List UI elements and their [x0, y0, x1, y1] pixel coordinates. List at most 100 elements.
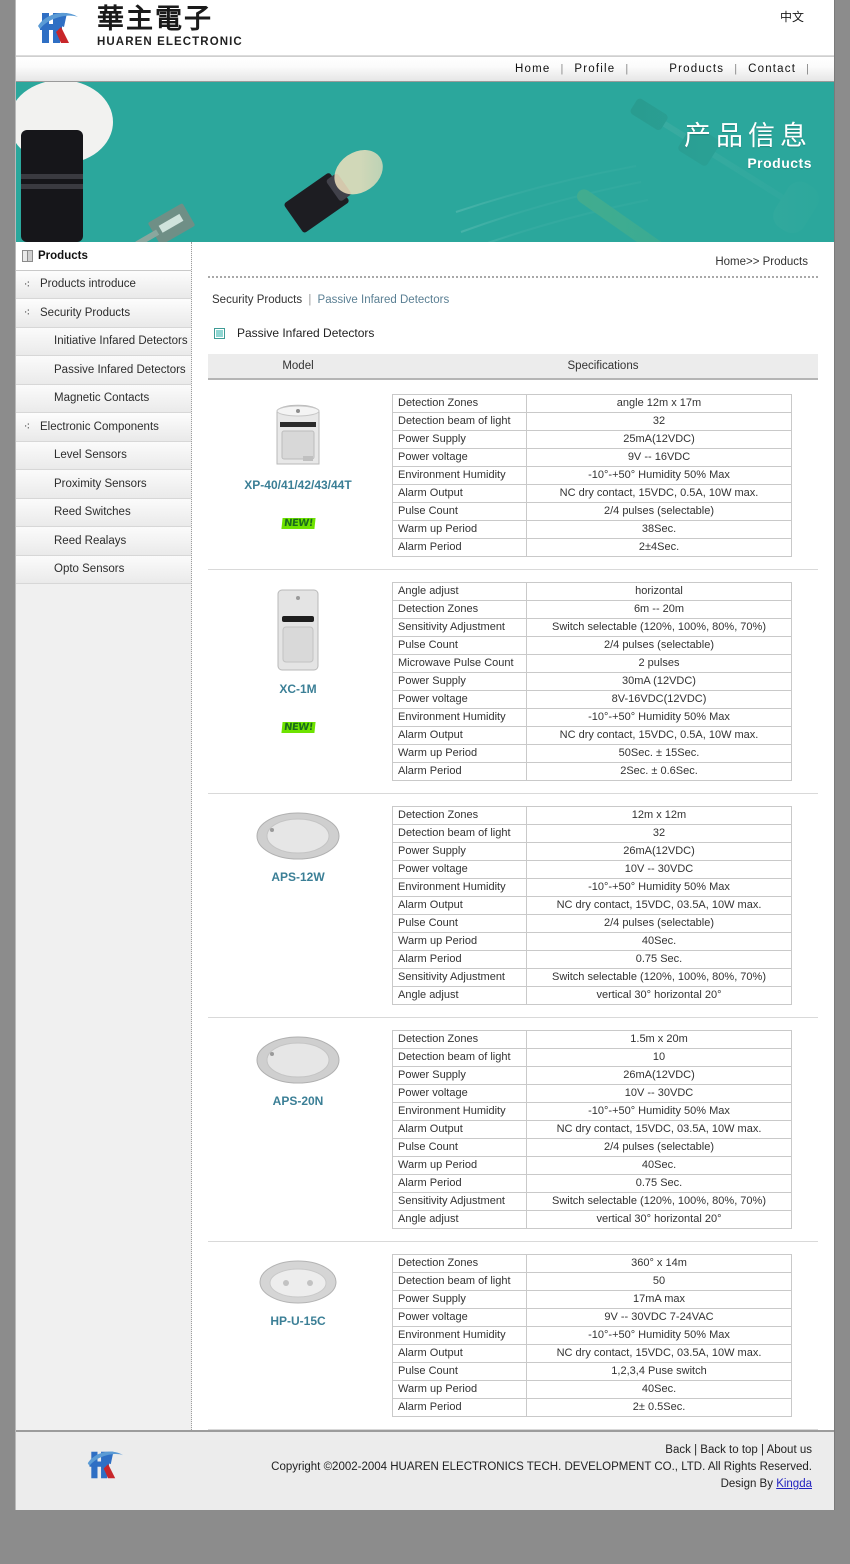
product-model-link[interactable]: APS-12W — [208, 870, 388, 884]
spec-key: Alarm Output — [392, 1344, 527, 1363]
new-badge: NEW! — [281, 722, 315, 733]
product-spec-table: Detection Zones 12m x 12m Detection beam … — [392, 806, 792, 1005]
spec-row: Warm up Period 38Sec. — [392, 520, 792, 539]
sidebar-nav: Products ⁖ Products introduce ⁖ Security… — [16, 242, 192, 1430]
spec-row: Alarm Period 2±4Sec. — [392, 538, 792, 557]
spec-value: vertical 30° horizontal 20° — [526, 1210, 792, 1229]
nav-item-products[interactable]: Products — [667, 63, 726, 75]
spec-value: 2 pulses — [526, 654, 792, 673]
spec-key: Sensitivity Adjustment — [392, 618, 527, 637]
spec-row: Alarm Period 0.75 Sec. — [392, 1174, 792, 1193]
spec-key: Alarm Output — [392, 726, 527, 745]
footer-link-back-to-top[interactable]: Back to top — [700, 1444, 758, 1456]
sidebar-item-label: Products — [38, 249, 88, 262]
sidebar-item-products-introduce[interactable]: ⁖ Products introduce — [16, 270, 191, 299]
spec-key: Power Supply — [392, 430, 527, 449]
sidebar-item-products[interactable]: Products — [16, 242, 191, 271]
brand-name-cn: 華主電子 — [97, 4, 213, 35]
spec-key: Warm up Period — [392, 520, 527, 539]
hk-logo-icon — [87, 1451, 124, 1479]
spec-key: Power voltage — [392, 448, 527, 467]
spec-value: NC dry contact, 15VDC, 0.5A, 10W max. — [526, 484, 792, 503]
spec-row: Environment Humidity -10°-+50° Humidity 5… — [392, 878, 792, 897]
spec-key: Pulse Count — [392, 914, 527, 933]
spec-value: Switch selectable (120%, 100%, 80%, 70%) — [526, 968, 792, 987]
nav-item-home[interactable]: Home — [513, 63, 552, 75]
spec-key: Alarm Output — [392, 1120, 527, 1139]
breadcrumb-root[interactable]: Security Products — [212, 294, 302, 306]
breadcrumb-top: Home>> Products — [715, 256, 808, 268]
site-logo[interactable]: 華主電子 HUAREN ELECTRONIC — [36, 6, 243, 49]
sidebar-item-passive-infared-detectors[interactable]: Passive Infared Detectors — [16, 356, 191, 385]
product-model-link[interactable]: XP-40/41/42/43/44T — [208, 478, 388, 492]
sidebar-item-proximity-sensors[interactable]: Proximity Sensors — [16, 470, 191, 499]
spec-value: vertical 30° horizontal 20° — [526, 986, 792, 1005]
spec-key: Environment Humidity — [392, 466, 527, 485]
sidebar-item-initiative-infared-detectors[interactable]: Initiative Infared Detectors — [16, 327, 191, 356]
spec-value: 32 — [526, 412, 792, 431]
nav-item-profile[interactable]: Profile — [572, 63, 617, 75]
sidebar-item-magnetic-contacts[interactable]: Magnetic Contacts — [16, 384, 191, 413]
spec-value: 2/4 pulses (selectable) — [526, 636, 792, 655]
breadcrumb-current[interactable]: Passive Infared Detectors — [318, 294, 450, 306]
spec-key: Environment Humidity — [392, 878, 527, 897]
nav-item-contact[interactable]: Contact — [746, 63, 798, 75]
products-table-header: Model Specifications — [208, 354, 818, 380]
spec-row: Pulse Count 2/4 pulses (selectable) — [392, 502, 792, 521]
footer-link-about-us[interactable]: About us — [767, 1444, 812, 1456]
bullet-icon: ⁖ — [23, 421, 31, 434]
nav-sep: | — [806, 63, 809, 75]
nav-sep: | — [734, 63, 738, 75]
spec-key: Sensitivity Adjustment — [392, 1192, 527, 1211]
spec-row: Warm up Period 40Sec. — [392, 1156, 792, 1175]
page-root: 華主電子 HUAREN ELECTRONIC 中文 Home | Profile… — [0, 0, 850, 1564]
spec-value: 2/4 pulses (selectable) — [526, 914, 792, 933]
product-row: APS-20N Detection Zones 1.5m x 20m Detect… — [208, 1018, 818, 1242]
spec-key: Detection Zones — [392, 600, 527, 619]
product-model-link[interactable]: XC-1M — [208, 682, 388, 696]
sidebar-item-electronic-components[interactable]: ⁖ Electronic Components — [16, 413, 191, 442]
spec-value: 17mA max — [526, 1290, 792, 1309]
spec-value: 32 — [526, 824, 792, 843]
product-model-cell: APS-12W — [208, 806, 388, 884]
spec-key: Alarm Period — [392, 1398, 527, 1417]
sidebar-item-security-products[interactable]: ⁖ Security Products — [16, 299, 191, 328]
bullet-icon: ⁖ — [23, 307, 31, 320]
spec-value: 50Sec. ± 15Sec. — [526, 744, 792, 763]
pir-wall-mount-icon — [276, 404, 320, 465]
product-model-link[interactable]: APS-20N — [208, 1094, 388, 1108]
product-spec-table: Angle adjust horizontal Detection Zones 6m… — [392, 582, 792, 781]
spec-row: Environment Humidity -10°-+50° Humidity 5… — [392, 1102, 792, 1121]
spec-key: Pulse Count — [392, 1362, 527, 1381]
language-switch-link[interactable]: 中文 — [780, 8, 804, 25]
column-header-specifications: Specifications — [567, 360, 639, 372]
spec-key: Power voltage — [392, 1308, 527, 1327]
spec-row: Detection beam of light 32 — [392, 824, 792, 843]
sidebar-item-label: Proximity Sensors — [54, 477, 147, 490]
spec-value: NC dry contact, 15VDC, 03.5A, 10W max. — [526, 1120, 792, 1139]
sidebar-item-level-sensors[interactable]: Level Sensors — [16, 441, 191, 470]
page-body: Products ⁖ Products introduce ⁖ Security… — [16, 242, 834, 1430]
footer-link-back[interactable]: Back — [665, 1444, 691, 1456]
designer-link[interactable]: Kingda — [776, 1478, 812, 1490]
spec-row: Alarm Output NC dry contact, 15VDC, 0.5A,… — [392, 726, 792, 745]
spec-row: Pulse Count 2/4 pulses (selectable) — [392, 914, 792, 933]
spec-key: Detection beam of light — [392, 1048, 527, 1067]
sidebar-item-reed-realays[interactable]: Reed Realays — [16, 527, 191, 556]
banner-title-en: Products — [747, 154, 812, 171]
spec-row: Detection beam of light 50 — [392, 1272, 792, 1291]
pir-ceiling-round-icon — [259, 1260, 337, 1304]
spec-value: 2/4 pulses (selectable) — [526, 502, 792, 521]
spec-key: Environment Humidity — [392, 1102, 527, 1121]
spec-value: NC dry contact, 15VDC, 03.5A, 10W max. — [526, 896, 792, 915]
sidebar-item-reed-switches[interactable]: Reed Switches — [16, 498, 191, 527]
spec-value: 9V -- 30VDC 7-24VAC — [526, 1308, 792, 1327]
spec-value: 10V -- 30VDC — [526, 1084, 792, 1103]
book-icon — [16, 249, 38, 262]
spec-row: Alarm Output NC dry contact, 15VDC, 03.5A… — [392, 1344, 792, 1363]
product-model-link[interactable]: HP-U-15C — [208, 1314, 388, 1328]
spec-row: Pulse Count 1,2,3,4 Puse switch — [392, 1362, 792, 1381]
spec-key: Alarm Period — [392, 538, 527, 557]
spec-row: Power Supply 17mA max — [392, 1290, 792, 1309]
sidebar-item-opto-sensors[interactable]: Opto Sensors — [16, 555, 191, 584]
